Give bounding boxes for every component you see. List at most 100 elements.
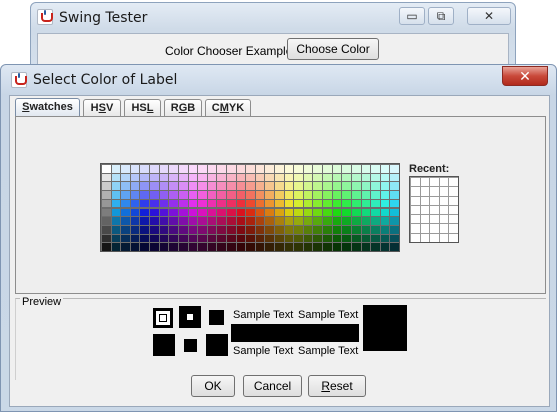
swatch-cell[interactable] — [303, 225, 313, 234]
recent-cell[interactable] — [439, 178, 449, 187]
swatch-cell[interactable] — [169, 243, 178, 251]
swatch-cell[interactable] — [236, 199, 246, 208]
swatch-cell[interactable] — [284, 165, 294, 173]
swatch-cell[interactable] — [313, 199, 323, 208]
swatch-cell[interactable] — [111, 234, 121, 243]
swatch-cell[interactable] — [121, 217, 130, 225]
swatch-cell[interactable] — [361, 165, 371, 173]
swatch-cell[interactable] — [130, 217, 140, 225]
swatch-cell[interactable] — [265, 182, 275, 191]
swatch-cell[interactable] — [284, 208, 294, 217]
swatch-cell[interactable] — [150, 182, 159, 191]
swatch-cell[interactable] — [380, 243, 390, 251]
swatch-cell[interactable] — [207, 191, 217, 199]
swatch-cell[interactable] — [178, 234, 188, 243]
swatch-cell[interactable] — [303, 217, 313, 225]
swatch-cell[interactable] — [294, 165, 303, 173]
swatch-cell[interactable] — [217, 182, 226, 191]
swatch-cell[interactable] — [246, 182, 255, 191]
swatch-cell[interactable] — [140, 208, 150, 217]
swatch-cell[interactable] — [111, 243, 121, 251]
swatch-cell[interactable] — [226, 173, 236, 182]
swatch-cell[interactable] — [265, 243, 275, 251]
swatch-cell[interactable] — [236, 243, 246, 251]
swatch-cell[interactable] — [111, 165, 121, 173]
swatch-cell[interactable] — [217, 173, 226, 182]
swatch-cell[interactable] — [284, 225, 294, 234]
swatch-cell[interactable] — [275, 243, 284, 251]
swatch-cell[interactable] — [313, 191, 323, 199]
swatch-cell[interactable] — [236, 165, 246, 173]
swatch-cell[interactable] — [111, 182, 121, 191]
swatch-cell[interactable] — [255, 165, 265, 173]
swatch-cell[interactable] — [102, 182, 111, 191]
swatch-cell[interactable] — [130, 243, 140, 251]
swatch-cell[interactable] — [255, 208, 265, 217]
swatch-cell[interactable] — [130, 225, 140, 234]
swatch-cell[interactable] — [121, 225, 130, 234]
swatch-cell[interactable] — [361, 191, 371, 199]
recent-cell[interactable] — [449, 233, 458, 242]
swatch-cell[interactable] — [361, 234, 371, 243]
swatch-cell[interactable] — [217, 243, 226, 251]
swatch-cell[interactable] — [102, 225, 111, 234]
swatch-cell[interactable] — [207, 173, 217, 182]
swatch-cell[interactable] — [226, 208, 236, 217]
reset-button[interactable]: Reset — [308, 375, 366, 397]
swatch-cell[interactable] — [303, 199, 313, 208]
swatch-cell[interactable] — [217, 191, 226, 199]
swatch-cell[interactable] — [351, 208, 361, 217]
swatch-cell[interactable] — [207, 208, 217, 217]
swatch-cell[interactable] — [150, 234, 159, 243]
swatch-cell[interactable] — [159, 208, 169, 217]
swatch-cell[interactable] — [217, 165, 226, 173]
maximize-button[interactable]: ⧉ — [428, 7, 454, 25]
swatch-cell[interactable] — [323, 173, 332, 182]
ok-button[interactable]: OK — [191, 375, 235, 397]
minimize-button[interactable]: ▭ — [399, 7, 425, 25]
swatch-cell[interactable] — [351, 165, 361, 173]
swatch-cell[interactable] — [371, 199, 380, 208]
swatch-cell[interactable] — [323, 243, 332, 251]
swatch-cell[interactable] — [332, 225, 342, 234]
recent-cell[interactable] — [411, 187, 420, 196]
swatch-cell[interactable] — [313, 225, 323, 234]
swatch-cell[interactable] — [332, 243, 342, 251]
swatch-cell[interactable] — [188, 217, 198, 225]
swatch-cell[interactable] — [275, 165, 284, 173]
choose-color-button[interactable]: Choose Color — [287, 38, 379, 60]
swatch-cell[interactable] — [102, 191, 111, 199]
swatch-cell[interactable] — [159, 182, 169, 191]
swatch-cell[interactable] — [140, 243, 150, 251]
swatch-cell[interactable] — [188, 182, 198, 191]
swatch-cell[interactable] — [178, 208, 188, 217]
swatch-cell[interactable] — [275, 217, 284, 225]
swatch-cell[interactable] — [351, 182, 361, 191]
recent-cell[interactable] — [430, 215, 439, 224]
swatch-cell[interactable] — [342, 243, 351, 251]
swatch-cell[interactable] — [361, 225, 371, 234]
swatch-cell[interactable] — [188, 234, 198, 243]
swatch-cell[interactable] — [236, 191, 246, 199]
recent-cell[interactable] — [430, 178, 439, 187]
swatch-cell[interactable] — [323, 165, 332, 173]
swatch-cell[interactable] — [303, 191, 313, 199]
tab-hsv[interactable]: HSV — [83, 99, 121, 117]
swatch-cell[interactable] — [236, 182, 246, 191]
swatch-cell[interactable] — [169, 225, 178, 234]
swatch-cell[interactable] — [226, 234, 236, 243]
swatch-cell[interactable] — [371, 234, 380, 243]
swatch-cell[interactable] — [303, 208, 313, 217]
swatch-cell[interactable] — [294, 173, 303, 182]
tab-swatches[interactable]: Swatches — [15, 98, 80, 117]
swatch-cell[interactable] — [226, 182, 236, 191]
swatch-cell[interactable] — [207, 234, 217, 243]
swatch-cell[interactable] — [226, 165, 236, 173]
swatch-cell[interactable] — [255, 173, 265, 182]
swatch-cell[interactable] — [226, 191, 236, 199]
dialog-close-button[interactable]: ✕ — [502, 66, 548, 86]
swatch-cell[interactable] — [102, 199, 111, 208]
swatch-cell[interactable] — [150, 165, 159, 173]
swatch-cell[interactable] — [246, 234, 255, 243]
swatch-cell[interactable] — [294, 225, 303, 234]
